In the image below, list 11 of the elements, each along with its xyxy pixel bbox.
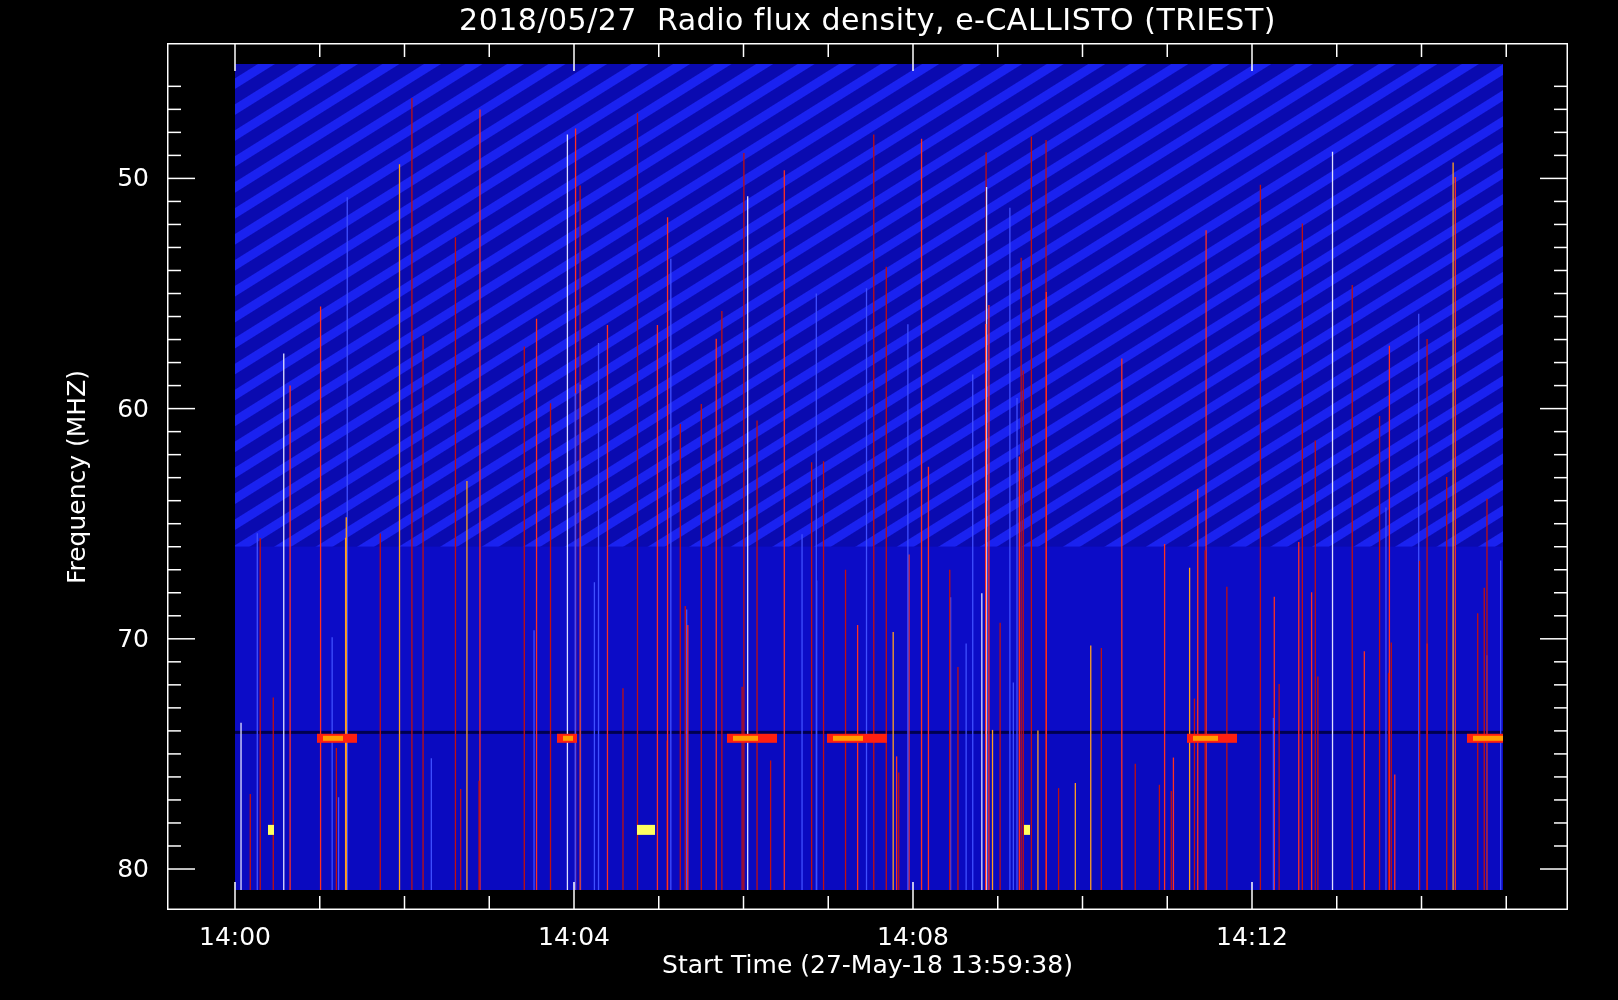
y-tick-label: 70 bbox=[117, 624, 149, 653]
y-tick-label: 60 bbox=[117, 394, 149, 423]
x-tick-label: 14:04 bbox=[538, 922, 610, 952]
y-tick-label: 80 bbox=[117, 855, 149, 883]
x-tick-label: 14:12 bbox=[1216, 922, 1288, 952]
x-tick-label: 14:00 bbox=[199, 922, 271, 952]
x-tick-label: 14:08 bbox=[877, 922, 949, 952]
y-axis-label: Frequency (MHZ) bbox=[62, 369, 92, 584]
y-tick-label: 50 bbox=[117, 164, 149, 193]
chart-title: 2018/05/27 Radio flux density, e-CALLISTO (TRIEST) bbox=[459, 2, 1276, 37]
x-axis-label: Start Time (27-May-18 13:59:38) bbox=[662, 950, 1073, 980]
